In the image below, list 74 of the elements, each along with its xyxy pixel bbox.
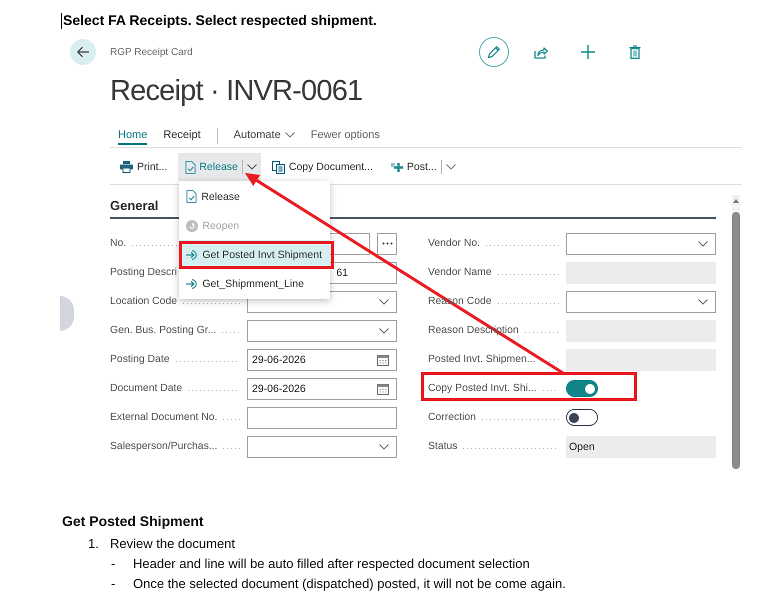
dropdown-field[interactable] [566,232,716,254]
chevron-down-icon [698,298,708,304]
tab[interactable]: Receipt [163,126,201,144]
chevron-down-icon [246,164,257,170]
trash-icon[interactable] [629,45,641,59]
section-title: General [110,198,158,214]
chevron-down-icon [698,240,708,246]
menu-button[interactable]: Automate [234,126,295,144]
copy-document-icon [272,160,285,174]
pencil-icon [487,45,501,59]
field-label: Posting Date [110,354,170,365]
field-label: Correction [428,412,476,423]
toggle-switch[interactable] [566,409,598,426]
field-label: No. [110,238,126,249]
field-label: External Document No. [110,412,218,423]
list-number: 1. [88,535,100,553]
menu-item[interactable]: Release [179,182,330,211]
input-field[interactable] [247,406,397,428]
field-label: Salesperson/Purchas... [110,441,218,452]
text-cursor [61,12,62,28]
bullet-marker: - [111,555,116,573]
lookup-button[interactable] [377,232,397,254]
field-label: Document Date [110,383,182,394]
field-label: Gen. Bus. Posting Gr... [110,325,216,336]
chevron-down-icon [284,132,295,138]
date-field[interactable]: 29-06-2026 [247,348,397,370]
pane-handle[interactable] [60,296,74,331]
document-heading: Select FA Receipts. Select respected shipment. [63,12,377,29]
edit-button[interactable] [479,37,509,67]
field-label: Copy Posted Invt. Shi... [428,383,537,394]
field-label: Location Code [110,296,178,307]
readonly-field: Open [566,436,716,458]
more-icon [382,242,392,245]
calendar-icon [377,354,389,366]
arrow-in-icon [186,250,198,260]
chevron-down-icon [379,298,389,304]
arrow-left-icon [76,46,90,58]
toolbar-button[interactable]: Copy Document... [266,153,378,181]
printer-icon [120,161,133,173]
back-button[interactable] [70,39,96,65]
bullet-marker: - [111,575,116,593]
plus-icon[interactable] [581,45,595,59]
toolbar-button[interactable]: Print... [115,153,172,181]
share-icon[interactable] [534,46,548,58]
split-button[interactable]: Post... [384,153,460,181]
link[interactable]: Fewer options [310,126,380,144]
dropdown-field[interactable] [566,290,716,312]
calendar-icon [377,382,389,394]
chevron-down-icon [379,444,389,450]
field-label: Vendor Name [428,267,492,278]
chevron-down-icon [446,164,456,170]
field-label: Status [428,441,458,452]
scroll-up-icon[interactable] [733,199,739,203]
menu-item[interactable]: Get_Shipmment_Line [179,269,330,298]
field-label: Posted Invt. Shipmen... [428,354,536,365]
document-check-icon [186,190,198,203]
list-text: Header and line will be auto filled after respected document selection [133,555,530,573]
plus-icon [390,162,404,172]
document-check-icon [185,160,196,174]
list-text: Review the document [110,535,236,553]
dropdown-field[interactable] [247,436,397,458]
split-button[interactable]: Release [178,153,261,181]
dropdown-field[interactable] [247,320,397,342]
field-label: Posting Descri [110,267,177,278]
page-title: Receipt · INVR-0061 [110,74,362,109]
field-label: Vendor No. [428,238,480,249]
date-field[interactable]: 29-06-2026 [247,378,397,400]
chevron-down-icon [379,328,389,334]
breadcrumb: RGP Receipt Card [110,46,193,58]
list-text: Once the selected document (dispatched) posted, it will not be come again. [133,575,566,593]
toggle-switch[interactable] [566,380,598,397]
arrow-in-icon [186,278,198,288]
notes-heading: Get Posted Shipment [62,512,204,530]
tab[interactable]: Home [118,126,148,144]
